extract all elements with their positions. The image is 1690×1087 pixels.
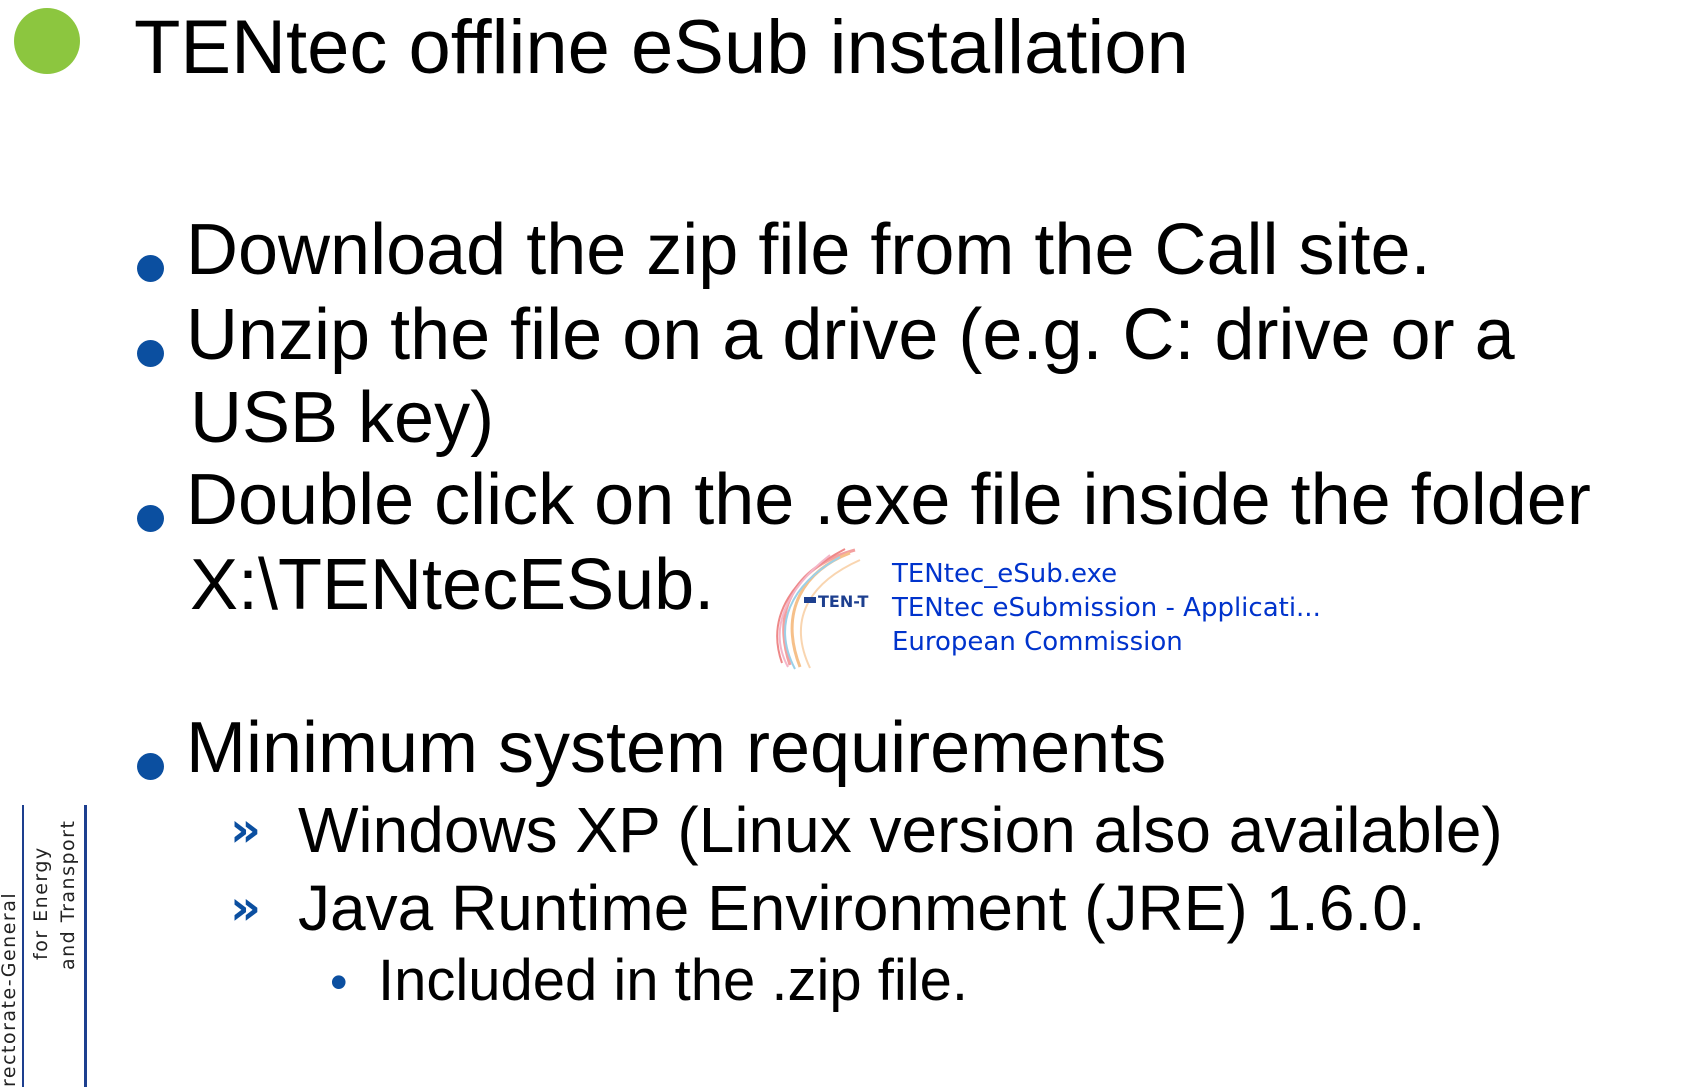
bullet-unzip-cont: USB key) (190, 378, 495, 458)
bullet-dot-icon (137, 505, 164, 532)
file-details[interactable]: TENtec_eSub.exe TENtec eSubmission - App… (892, 557, 1321, 659)
chevron-right-icon: » (230, 880, 262, 936)
requirement-os: Windows XP (Linux version also available… (298, 794, 1503, 866)
file-description: TENtec eSubmission - Applicati... (892, 593, 1321, 623)
bullet-dot-icon (137, 753, 164, 780)
logo-rule (22, 805, 24, 1087)
logo-line-3: and Transport (57, 819, 79, 970)
title-bullet-icon (14, 8, 80, 74)
dg-energy-transport-logo: rectorate-General for Energy and Transpo… (0, 805, 90, 1087)
file-publisher: European Commission (892, 627, 1183, 657)
bullet-min-requirements: Minimum system requirements (186, 708, 1167, 788)
bullet-dot-icon: • (330, 954, 348, 1010)
bullet-unzip: Unzip the file on a drive (e.g. C: drive… (186, 295, 1515, 375)
file-name: TENtec_eSub.exe (892, 559, 1118, 589)
bullet-dot-icon (137, 255, 164, 282)
slide-title: TENtec offline eSub installation (134, 5, 1189, 90)
tentec-exe-icon[interactable]: TEN-T (760, 545, 870, 670)
logo-line-1: rectorate-General (0, 891, 20, 1087)
requirement-note: Included in the .zip file. (378, 948, 969, 1013)
tentec-icon-label: TEN-T (818, 592, 869, 611)
requirement-jre: Java Runtime Environment (JRE) 1.6.0. (298, 872, 1426, 944)
bullet-double-click-cont: X:\TENtecESub. (190, 545, 715, 625)
logo-line-2: for Energy (30, 846, 52, 960)
bullet-double-click: Double click on the .exe file inside the… (186, 460, 1591, 540)
chevron-right-icon: » (230, 802, 262, 858)
bullet-dot-icon (137, 340, 164, 367)
bullet-download: Download the zip file from the Call site… (186, 210, 1431, 290)
logo-rule (84, 805, 87, 1087)
